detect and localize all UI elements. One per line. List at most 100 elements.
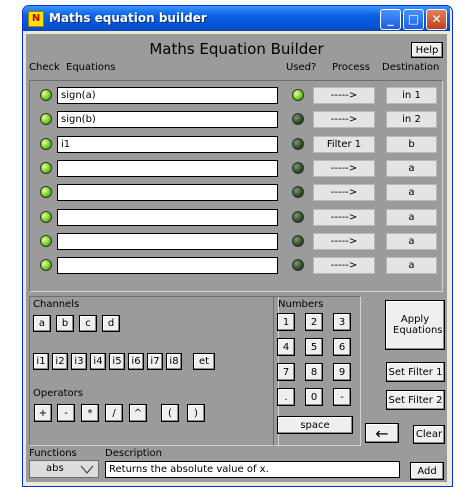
check-led bbox=[40, 186, 52, 199]
table-row: i1 Filter 1 b bbox=[26, 135, 447, 155]
channel-button-c[interactable]: c bbox=[79, 315, 97, 332]
number-button-11[interactable]: - bbox=[333, 388, 351, 406]
table-row: -----> a bbox=[26, 232, 447, 252]
destination-selector[interactable]: in 1 bbox=[386, 87, 437, 104]
number-button-9[interactable]: . bbox=[277, 388, 295, 406]
process-selector[interactable]: -----> bbox=[313, 87, 375, 104]
check-led bbox=[40, 259, 52, 272]
chevron-down-icon bbox=[80, 465, 94, 474]
number-button-5[interactable]: 6 bbox=[333, 338, 351, 356]
channel-button-i3[interactable]: i3 bbox=[71, 353, 87, 370]
used-led bbox=[292, 113, 304, 126]
process-selector[interactable]: Filter 1 bbox=[313, 135, 375, 153]
equation-input[interactable] bbox=[57, 184, 278, 202]
equation-input[interactable]: sign(a) bbox=[57, 87, 278, 104]
equation-input[interactable] bbox=[57, 159, 278, 177]
equation-input[interactable] bbox=[57, 257, 278, 275]
number-button-6[interactable]: 7 bbox=[277, 363, 295, 381]
column-header-equations: Equations bbox=[66, 62, 116, 73]
check-led bbox=[40, 210, 52, 223]
number-button-2[interactable]: 3 bbox=[333, 313, 351, 331]
backspace-button[interactable]: ← bbox=[365, 423, 399, 443]
channel-button-b[interactable]: b bbox=[56, 315, 74, 332]
number-button-8[interactable]: 9 bbox=[333, 363, 351, 381]
operator-button-2[interactable]: * bbox=[81, 404, 99, 422]
left-arrow-icon: ← bbox=[375, 423, 389, 443]
table-row: -----> a bbox=[26, 208, 447, 228]
destination-selector[interactable]: a bbox=[386, 208, 437, 226]
check-led bbox=[40, 113, 52, 126]
maximize-icon: □ bbox=[407, 12, 420, 26]
equation-input[interactable]: i1 bbox=[57, 135, 278, 153]
title-bar[interactable]: N Maths equation builder _ □ ✕ bbox=[23, 6, 450, 31]
number-button-10[interactable]: 0 bbox=[305, 388, 323, 406]
functions-label: Functions bbox=[29, 448, 77, 459]
process-selector[interactable]: -----> bbox=[313, 159, 375, 177]
space-button[interactable]: space bbox=[277, 416, 353, 434]
channel-button-i1[interactable]: i1 bbox=[33, 353, 49, 370]
process-selector[interactable]: -----> bbox=[313, 184, 375, 202]
equation-input[interactable]: sign(b) bbox=[57, 111, 278, 129]
number-button-0[interactable]: 1 bbox=[277, 313, 295, 331]
operators-label: Operators bbox=[33, 388, 83, 399]
functions-select[interactable]: abs bbox=[29, 460, 99, 478]
set-filter-2-button[interactable]: Set Filter 2 bbox=[386, 390, 445, 410]
description-text: Returns the absolute value of x. bbox=[105, 461, 400, 478]
number-button-1[interactable]: 2 bbox=[305, 313, 323, 331]
apply-equations-button[interactable]: Apply Equations bbox=[385, 300, 445, 350]
check-led bbox=[40, 89, 52, 101]
help-button[interactable]: Help bbox=[411, 42, 443, 58]
column-header-check: Check bbox=[29, 62, 60, 73]
destination-selector[interactable]: b bbox=[386, 135, 437, 153]
maximize-button[interactable]: □ bbox=[403, 9, 424, 30]
process-selector[interactable]: -----> bbox=[313, 232, 375, 250]
equation-input[interactable] bbox=[57, 208, 278, 226]
operator-button-3[interactable]: / bbox=[105, 404, 123, 422]
operator-button-5[interactable]: ( bbox=[161, 404, 179, 422]
channel-button-i4[interactable]: i4 bbox=[90, 353, 106, 370]
operator-button-1[interactable]: - bbox=[57, 404, 75, 422]
channel-button-i6[interactable]: i6 bbox=[128, 353, 144, 370]
channel-button-et[interactable]: et bbox=[193, 353, 215, 370]
channel-button-i5[interactable]: i5 bbox=[109, 353, 125, 370]
number-button-7[interactable]: 8 bbox=[305, 363, 323, 381]
used-led bbox=[292, 210, 304, 223]
clear-button[interactable]: Clear bbox=[413, 425, 445, 444]
table-row: -----> a bbox=[26, 256, 447, 276]
used-led bbox=[292, 137, 304, 150]
channel-button-i8[interactable]: i8 bbox=[166, 353, 182, 370]
set-filter-1-button[interactable]: Set Filter 1 bbox=[386, 362, 445, 382]
table-row: -----> a bbox=[26, 183, 447, 203]
check-led bbox=[40, 161, 52, 174]
app-icon: N bbox=[28, 11, 44, 27]
process-selector[interactable]: -----> bbox=[313, 111, 375, 129]
destination-selector[interactable]: a bbox=[386, 184, 437, 202]
destination-selector[interactable]: a bbox=[386, 159, 437, 177]
table-row: sign(a) -----> in 1 bbox=[26, 86, 447, 106]
channel-button-i7[interactable]: i7 bbox=[147, 353, 163, 370]
used-led bbox=[292, 186, 304, 199]
column-header-destination: Destination bbox=[382, 62, 440, 73]
table-row: -----> a bbox=[26, 159, 447, 179]
equation-input[interactable] bbox=[57, 232, 278, 250]
main-panel: Maths Equation Builder Help Check Equati… bbox=[26, 34, 447, 482]
number-button-4[interactable]: 5 bbox=[305, 338, 323, 356]
window-title: Maths equation builder bbox=[49, 11, 207, 25]
operator-button-6[interactable]: ) bbox=[187, 404, 205, 422]
close-button[interactable]: ✕ bbox=[426, 9, 447, 30]
channel-button-i2[interactable]: i2 bbox=[52, 353, 68, 370]
app-window: N Maths equation builder _ □ ✕ Maths Equ… bbox=[22, 5, 453, 487]
destination-selector[interactable]: a bbox=[386, 232, 437, 250]
operator-button-0[interactable]: + bbox=[34, 404, 52, 422]
destination-selector[interactable]: a bbox=[386, 257, 437, 275]
number-button-3[interactable]: 4 bbox=[277, 338, 295, 356]
process-selector[interactable]: -----> bbox=[313, 208, 375, 226]
destination-selector[interactable]: in 2 bbox=[386, 111, 437, 129]
channels-label: Channels bbox=[33, 299, 80, 310]
minimize-button[interactable]: _ bbox=[380, 9, 401, 30]
process-selector[interactable]: -----> bbox=[313, 257, 375, 275]
add-button[interactable]: Add bbox=[410, 462, 444, 480]
channel-button-d[interactable]: d bbox=[102, 315, 120, 332]
operator-button-4[interactable]: ^ bbox=[129, 404, 147, 422]
channel-button-a[interactable]: a bbox=[33, 315, 51, 332]
